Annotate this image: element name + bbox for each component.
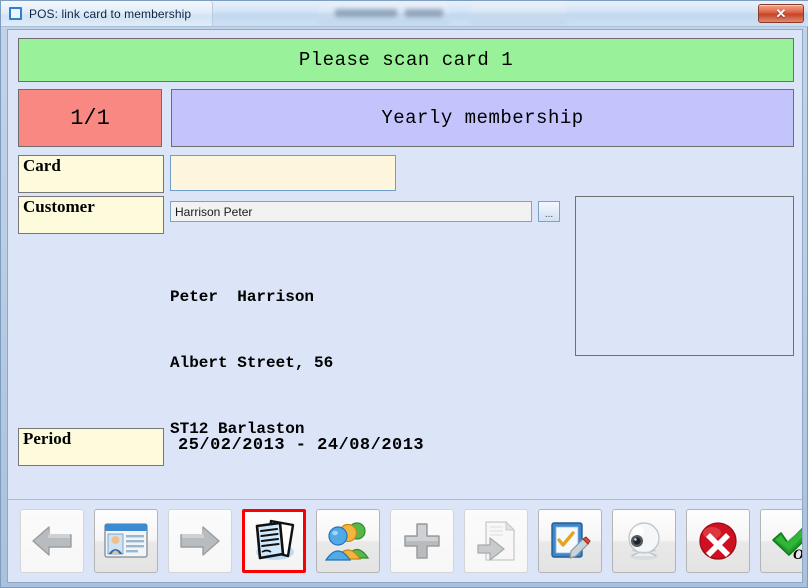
background-window-label-2 (405, 9, 443, 17)
background-window-label-1 (335, 9, 397, 17)
dialog-body: Please scan card 1 1/1 Yearly membership… (7, 29, 803, 583)
people-group-icon (325, 522, 370, 561)
ok-button[interactable]: OK (760, 509, 803, 573)
membership-type-banner: Yearly membership (171, 89, 794, 147)
documents-icon (255, 519, 295, 560)
customer-input[interactable] (170, 201, 532, 222)
export-file-icon (477, 520, 516, 561)
red-x-circle-icon (699, 522, 737, 560)
export-button[interactable] (464, 509, 528, 573)
previous-button[interactable] (20, 509, 84, 573)
left-arrow-icon (32, 526, 72, 556)
right-arrow-icon (180, 526, 220, 556)
period-value: 25/02/2013 - 24/08/2013 (178, 436, 425, 455)
edit-form-button[interactable] (538, 509, 602, 573)
customer-card-button[interactable] (94, 509, 158, 573)
background-window-tab-2 (471, 3, 566, 26)
window-title: POS: link card to membership (29, 6, 192, 21)
customer-photo-placeholder (575, 196, 794, 356)
add-button[interactable] (390, 509, 454, 573)
status-banner: Please scan card 1 (18, 38, 794, 82)
address-line-2: Albert Street, 56 (170, 354, 334, 372)
customer-label: Customer (18, 196, 164, 234)
cancel-button[interactable] (686, 509, 750, 573)
documents-button[interactable] (242, 509, 306, 573)
card-input[interactable] (170, 155, 396, 191)
members-button[interactable] (316, 509, 380, 573)
window-square-icon (9, 7, 22, 20)
webcam-button[interactable] (612, 509, 676, 573)
application-window: POS: link card to membership ✕ Please sc… (0, 0, 808, 588)
plus-icon (404, 523, 440, 559)
close-icon: ✕ (775, 6, 787, 21)
title-bar-tab[interactable]: POS: link card to membership (1, 1, 213, 26)
bottom-toolbar: OK (8, 499, 802, 582)
card-label: Card (18, 155, 164, 193)
period-label: Period (18, 428, 164, 466)
card-counter-badge: 1/1 (18, 89, 162, 147)
close-button[interactable]: ✕ (758, 4, 804, 23)
title-bar: POS: link card to membership ✕ (1, 1, 808, 27)
next-button[interactable] (168, 509, 232, 573)
checklist-pen-icon (551, 522, 591, 559)
webcam-icon (628, 522, 660, 560)
address-line-1: Peter Harrison (170, 288, 315, 306)
id-card-icon (104, 523, 148, 558)
green-check-ok-icon: OK (772, 527, 803, 562)
svg-text:OK: OK (793, 547, 803, 562)
customer-browse-button[interactable]: ... (538, 201, 560, 222)
